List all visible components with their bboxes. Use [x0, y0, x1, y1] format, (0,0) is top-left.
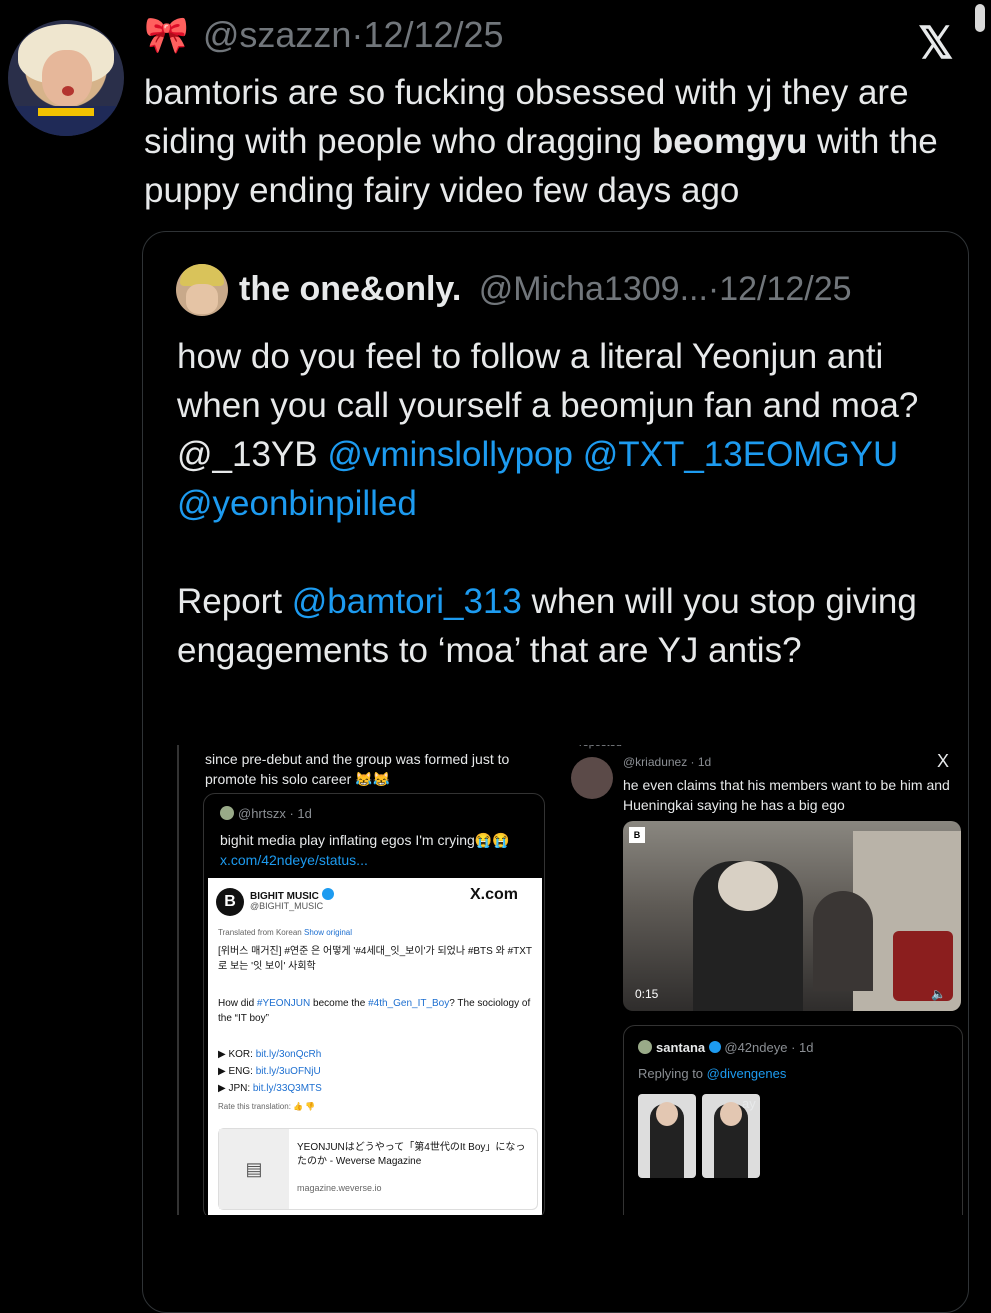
quote-display-name[interactable]: the one&only.: [239, 270, 461, 308]
link-title: YEONJUNはどうやって「第4世代のIt Boy」になったのか - Wever…: [297, 1142, 526, 1167]
nested-text: ay: [742, 1096, 756, 1111]
nested-quote-text: bighit media play inflating egos I'm cry…: [220, 830, 530, 870]
avatar: [571, 757, 613, 799]
quote-date[interactable]: ·12/12/25: [708, 270, 852, 308]
screenshot-handle: @kriadunez · 1d: [623, 755, 712, 769]
x-logo-icon: X: [937, 751, 950, 771]
verified-icon: [321, 888, 334, 900]
translated-label: Translated from Korean Show original: [218, 928, 353, 937]
language-links: ▶ KOR: bit.ly/3onQcRh ▶ ENG: bit.ly/3uOF…: [218, 1049, 322, 1094]
mention-link[interactable]: @bamtori_313: [292, 582, 522, 621]
bighit-handle: @BIGHIT_MUSIC: [250, 901, 324, 911]
x-logo-icon[interactable]: 𝕏: [918, 18, 953, 69]
screenshot-right: reposted @kriadunez · 1d X he even claim…: [557, 745, 968, 1215]
quote-text-part: Report: [177, 582, 292, 621]
video-person: [813, 891, 873, 991]
korean-text: [위버스 매거진] #연준 은 어떻게 '#4세대_잇_보이'가 되었나 #BT…: [218, 946, 532, 972]
nested-quote-card: @hrtszx · 1d bighit media play inflating…: [203, 793, 545, 1215]
replying-to: Replying to @divengenes: [638, 1066, 787, 1081]
repost-line: reposted: [579, 745, 622, 749]
screenshot-text: since pre-debut and the group was formed…: [205, 751, 510, 787]
nested-quote-header: @hrtszx · 1d: [220, 806, 312, 821]
video-thumbnail: B 0:15 🔈: [623, 821, 961, 1011]
avatar-shirt-stripe: [38, 108, 94, 116]
rate-translation: Rate this translation: 👍 👎: [218, 1102, 316, 1111]
mention-link[interactable]: @TXT_13EOMGYU: [583, 435, 899, 474]
video-logo-icon: B: [629, 827, 645, 843]
tweet-date[interactable]: 12/12/25: [363, 14, 503, 55]
mention-link[interactable]: @yeonbinpilled: [177, 484, 417, 523]
avatar-mouth: [62, 86, 74, 96]
embedded-screenshots[interactable]: since pre-debut and the group was formed…: [145, 745, 968, 1215]
bow-icon: 🎀: [144, 14, 189, 55]
bighit-tweet-card: B BIGHIT MUSIC @BIGHIT_MUSIC X.com Trans…: [208, 878, 542, 1215]
nested-quote-card: santana @42ndeye · 1d Replying to @diven…: [623, 1025, 963, 1215]
video-time: 0:15: [635, 987, 659, 1001]
avatar[interactable]: [8, 20, 124, 136]
thread-line: [177, 745, 179, 1215]
english-text: How did #YEONJUN become the #4th_Gen_IT_…: [218, 998, 531, 1024]
photo-face: [720, 1102, 742, 1126]
quoted-tweet[interactable]: the one&only. @Micha1309...·12/12/25 how…: [142, 231, 969, 1313]
mini-avatar: [220, 806, 234, 820]
bighit-logo-icon: B: [216, 888, 244, 916]
quote-handle[interactable]: @Micha1309...: [479, 270, 708, 308]
avatar-cap: [180, 264, 224, 286]
xcom-label: X.com: [470, 886, 519, 903]
volume-icon: 🔈: [931, 987, 946, 1001]
nested-quote-header: santana @42ndeye · 1d: [638, 1040, 813, 1055]
tweet-text: bamtoris are so fucking obsessed with yj…: [144, 68, 964, 215]
scrollbar[interactable]: [975, 4, 985, 32]
video-person-head: [718, 861, 778, 911]
link-domain: magazine.weverse.io: [297, 1183, 382, 1193]
mention-link[interactable]: @vminslollypop: [327, 435, 573, 474]
tweet-separator: ·: [351, 14, 364, 55]
photo-face: [656, 1102, 678, 1126]
quote-header: the one&only. @Micha1309...·12/12/25: [239, 270, 852, 309]
tweet-text-bold: beomgyu: [651, 122, 808, 161]
tweet-handle[interactable]: @szazzn: [203, 14, 352, 55]
quote-avatar[interactable]: [176, 264, 228, 316]
mini-avatar: [638, 1040, 652, 1054]
tweet-header: 🎀 @szazzn·12/12/25: [144, 14, 504, 56]
avatar-face: [186, 284, 218, 314]
quote-text: how do you feel to follow a literal Yeon…: [177, 332, 947, 675]
article-icon: ▤: [219, 1129, 289, 1209]
photo-thumbnail: [638, 1094, 696, 1178]
nested-text: bighit media play inflating egos I'm cry…: [220, 832, 510, 848]
bighit-name: BIGHIT MUSIC: [250, 888, 334, 902]
nested-link: x.com/42ndeye/status...: [220, 852, 368, 868]
screenshot-left: since pre-debut and the group was formed…: [145, 745, 550, 1215]
verified-icon: [708, 1041, 721, 1053]
avatar-face: [42, 50, 92, 106]
nested-handle: @hrtszx · 1d: [238, 806, 312, 821]
link-preview-card: ▤ YEONJUNはどうやって「第4世代のIt Boy」になったのか - Wev…: [218, 1128, 538, 1210]
screenshot-text: he even claims that his members want to …: [623, 777, 950, 813]
